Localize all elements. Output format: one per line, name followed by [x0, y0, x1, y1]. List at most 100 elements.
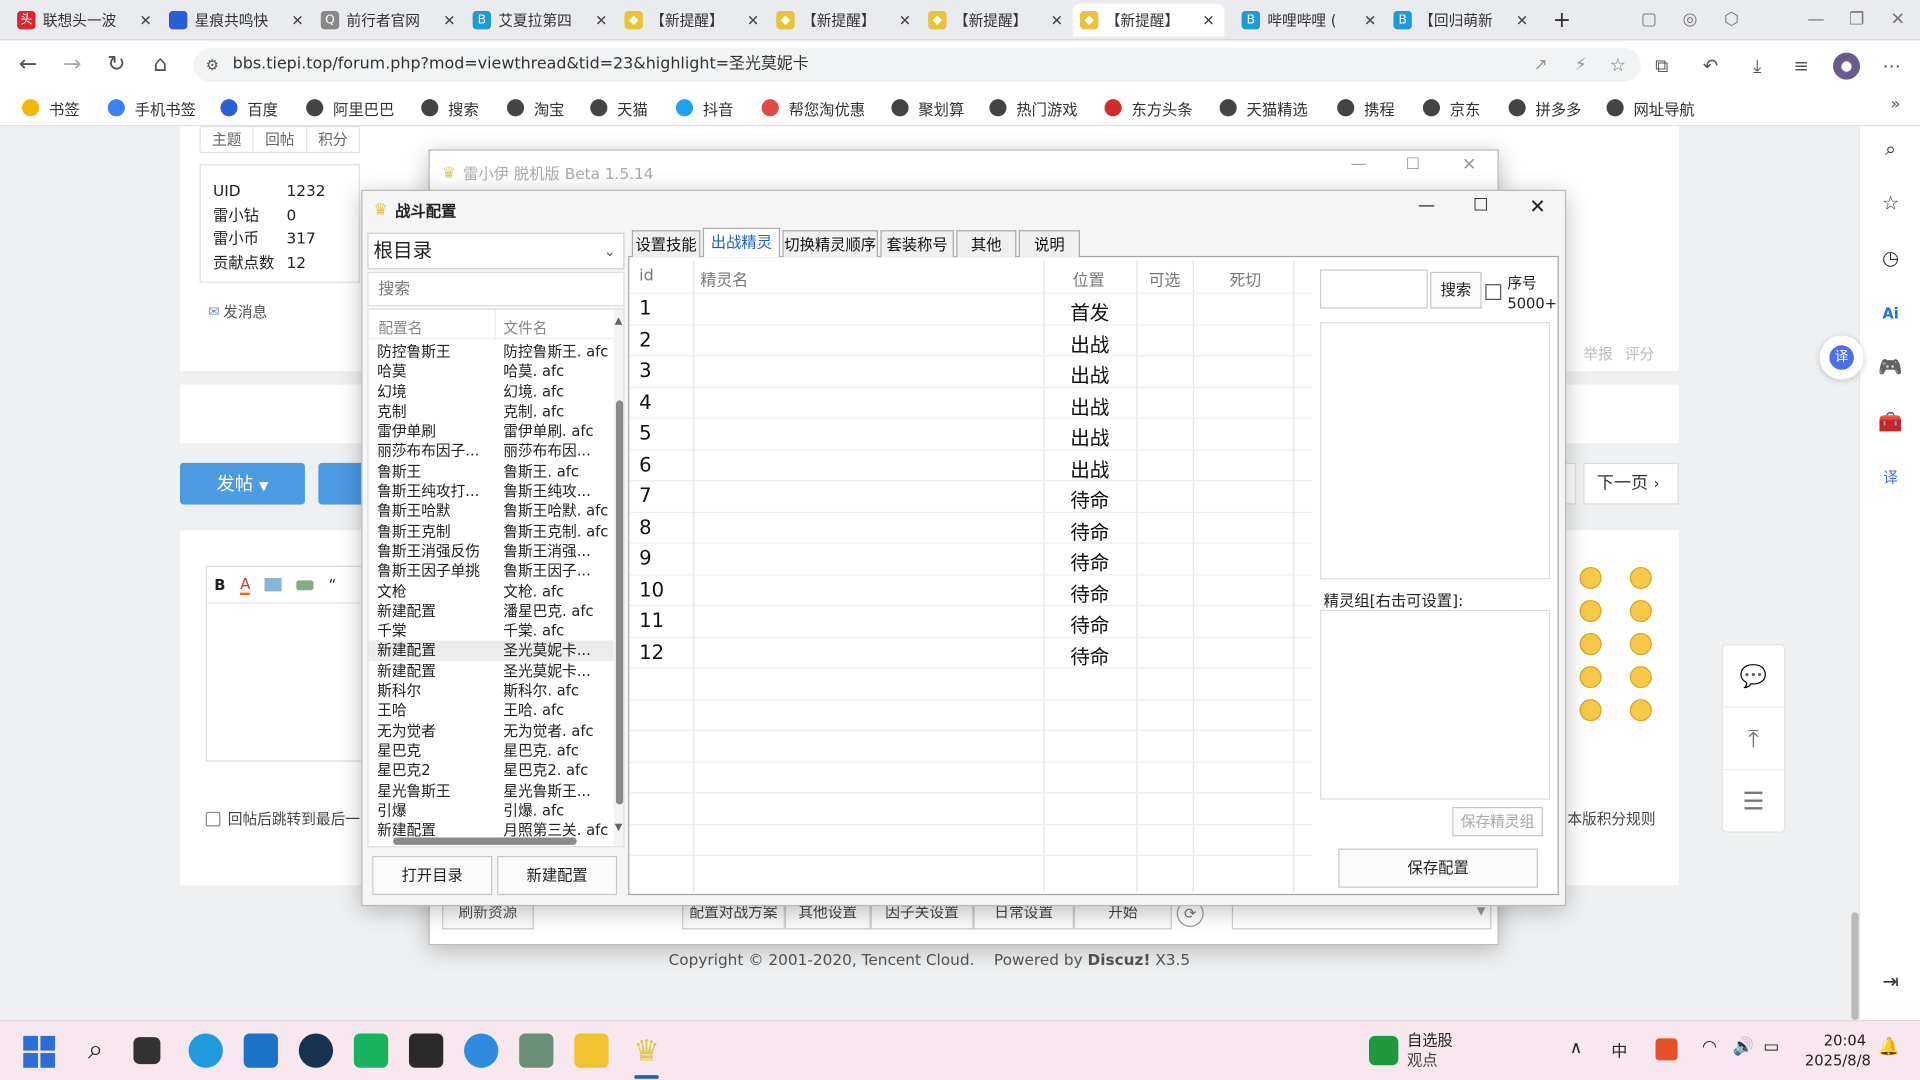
- config-tab[interactable]: 套装称号: [880, 230, 954, 258]
- image-icon[interactable]: [264, 577, 283, 592]
- browser-tab[interactable]: 🐾 星痕共鸣快 ✕: [162, 4, 314, 37]
- config-close-button[interactable]: ✕: [1529, 195, 1545, 218]
- bookmark-item[interactable]: 东方头条: [1104, 97, 1193, 119]
- stock-icon[interactable]: [1368, 1035, 1399, 1066]
- tab-close-icon[interactable]: ✕: [593, 12, 610, 29]
- config-tab[interactable]: 其他: [956, 230, 1017, 258]
- browser-tab[interactable]: 头联想头一波 ✕: [10, 4, 162, 37]
- score-rules-link[interactable]: 本版积分规则: [1567, 808, 1655, 829]
- config-row[interactable]: 鲁斯王 鲁斯王. afc: [369, 461, 614, 481]
- config-row[interactable]: 鲁斯王克制 鲁斯王克制. afc: [369, 521, 614, 541]
- lightning-icon[interactable]: ⚡: [1575, 48, 1587, 82]
- reload-button[interactable]: ↻: [100, 50, 132, 79]
- browser-tab[interactable]: ◆ 【新提醒】 ✕: [1072, 3, 1225, 37]
- grid-header-cell[interactable]: 精灵名: [700, 267, 748, 290]
- emoji-icon[interactable]: [1629, 633, 1652, 656]
- config-row[interactable]: 引爆 引爆. afc: [369, 801, 614, 821]
- config-row[interactable]: 星光鲁斯王 星光鲁斯王...: [369, 781, 614, 801]
- pet-grid-row[interactable]: 1 首发: [629, 292, 1313, 324]
- emoji-icon[interactable]: [1579, 699, 1602, 722]
- pet-search-button[interactable]: 搜索: [1430, 271, 1482, 309]
- terminal-app-icon[interactable]: [519, 1033, 554, 1068]
- open-directory-button[interactable]: 打开目录: [372, 855, 493, 896]
- home-button[interactable]: ⌂: [144, 50, 176, 79]
- site-info-icon[interactable]: ⚙: [206, 48, 219, 82]
- bookmark-star-icon[interactable]: ☆: [1610, 48, 1626, 82]
- download-icon[interactable]: ⤓: [1744, 53, 1771, 80]
- search-icon[interactable]: ⌕: [1877, 136, 1904, 163]
- sogou-icon[interactable]: [1655, 1038, 1678, 1061]
- pet-grid-row[interactable]: 2 出战: [629, 323, 1313, 356]
- notification-icon[interactable]: 🔔: [1878, 1037, 1899, 1057]
- tab-actions-icon[interactable]: ▢: [1641, 10, 1657, 30]
- config-row[interactable]: 鲁斯王因子单挑 鲁斯王因子...: [369, 561, 614, 581]
- favorites-star-icon[interactable]: ☆: [1877, 190, 1904, 217]
- steam-icon[interactable]: [298, 1033, 334, 1068]
- config-maximize-button[interactable]: ☐: [1473, 196, 1488, 216]
- task-view-icon[interactable]: [133, 1037, 161, 1065]
- browser-tab[interactable]: B 艾夏拉第四 ✕: [465, 4, 617, 37]
- stock-widget[interactable]: 自选股 观点: [1407, 1031, 1453, 1070]
- collapse-panel-icon[interactable]: ⇥: [1877, 969, 1904, 996]
- emoji-icon[interactable]: [1629, 600, 1652, 623]
- browser-tab[interactable]: ◆ 【新提醒】 ✕: [769, 4, 921, 37]
- directory-dropdown[interactable]: 根目录 ⌄: [367, 232, 625, 270]
- config-row[interactable]: 克制 克制. afc: [369, 401, 614, 421]
- config-row[interactable]: 星巴克 星巴克. afc: [369, 741, 614, 761]
- config-list-vthumb[interactable]: [615, 400, 624, 805]
- ai-browser-icon[interactable]: [464, 1033, 499, 1068]
- config-list-vscroll[interactable]: ▲ ▼: [613, 309, 624, 847]
- bookmark-item[interactable]: 天猫: [590, 97, 648, 119]
- grid-header-cell[interactable]: id: [639, 267, 654, 285]
- extension-puzzle-icon[interactable]: ⧉: [1648, 53, 1675, 80]
- config-row[interactable]: 文枪 文枪. afc: [369, 581, 614, 601]
- pet-grid-row[interactable]: 4 出战: [629, 386, 1313, 418]
- seq-checkbox[interactable]: [1485, 284, 1502, 301]
- footer-discuz-link[interactable]: Discuz!: [1088, 950, 1151, 968]
- start-menu-icon[interactable]: [23, 1033, 57, 1068]
- pet-grid-row[interactable]: 5 出战: [629, 417, 1313, 449]
- config-tab[interactable]: 设置技能: [631, 230, 701, 258]
- pet-grid-row[interactable]: 10 待命: [629, 573, 1313, 606]
- new-tab-button[interactable]: +: [1553, 7, 1571, 33]
- game-app-icon[interactable]: [408, 1033, 444, 1068]
- bookmark-item[interactable]: 网址导航: [1606, 97, 1695, 119]
- incognito-icon[interactable]: ◎: [1682, 10, 1697, 30]
- config-row[interactable]: 防控鲁斯王 防控鲁斯王. afc: [369, 342, 614, 362]
- grid-header-cell[interactable]: 位置: [1073, 267, 1105, 290]
- pet-grid-row[interactable]: 12 待命: [629, 636, 1313, 668]
- toolbox-icon[interactable]: 🧰: [1877, 409, 1904, 436]
- pet-group-list[interactable]: [1320, 609, 1551, 800]
- tab-close-icon[interactable]: ✕: [1048, 12, 1065, 29]
- config-row[interactable]: 雷伊单刷 雷伊单刷. afc: [369, 421, 614, 441]
- new-post-button[interactable]: 发帖 ▼: [180, 462, 305, 505]
- pet-grid-row[interactable]: 9 待命: [629, 542, 1313, 574]
- bookmark-item[interactable]: 手机书签: [107, 97, 196, 119]
- config-row[interactable]: 鲁斯王消强反伤 鲁斯王消强...: [369, 541, 614, 561]
- config-tab[interactable]: 出战精灵: [702, 227, 781, 258]
- page-scrollbar[interactable]: [1851, 912, 1859, 1021]
- bookmark-overflow-icon[interactable]: »: [1891, 96, 1901, 114]
- jump-after-reply-option[interactable]: 回帖后跳转到最后一: [205, 808, 360, 829]
- pet-grid-row[interactable]: 11 待命: [629, 604, 1313, 637]
- config-list-hscroll[interactable]: [376, 836, 609, 846]
- config-row[interactable]: 哈莫 哈莫. afc: [369, 362, 614, 382]
- wifi-icon[interactable]: ◠: [1702, 1037, 1717, 1057]
- tab-close-icon[interactable]: ✕: [1200, 12, 1217, 29]
- emoji-icon[interactable]: [1629, 666, 1652, 689]
- ime-indicator[interactable]: 中: [1611, 1038, 1627, 1061]
- minimize-window-button[interactable]: —: [1807, 10, 1824, 30]
- emoji-icon[interactable]: [1579, 633, 1602, 656]
- translate-icon[interactable]: 译: [1877, 464, 1904, 491]
- config-row[interactable]: 无为觉者 无为觉者. afc: [369, 721, 614, 741]
- config-row[interactable]: 鲁斯王哈默 鲁斯王哈默. afc: [369, 501, 614, 521]
- emoji-icon[interactable]: [1629, 566, 1652, 589]
- config-row[interactable]: 新建配置 圣光莫妮卡...: [368, 640, 614, 661]
- emoji-icon[interactable]: [1629, 699, 1652, 722]
- shopping-bag-icon[interactable]: [353, 1033, 389, 1068]
- battery-icon[interactable]: ▭: [1763, 1037, 1779, 1057]
- browser-tab[interactable]: ◆ 【新提醒】 ✕: [617, 4, 769, 37]
- next-page-button[interactable]: 下一页 ›: [1583, 462, 1679, 505]
- tab-close-icon[interactable]: ✕: [744, 12, 761, 29]
- link-icon[interactable]: [296, 579, 314, 590]
